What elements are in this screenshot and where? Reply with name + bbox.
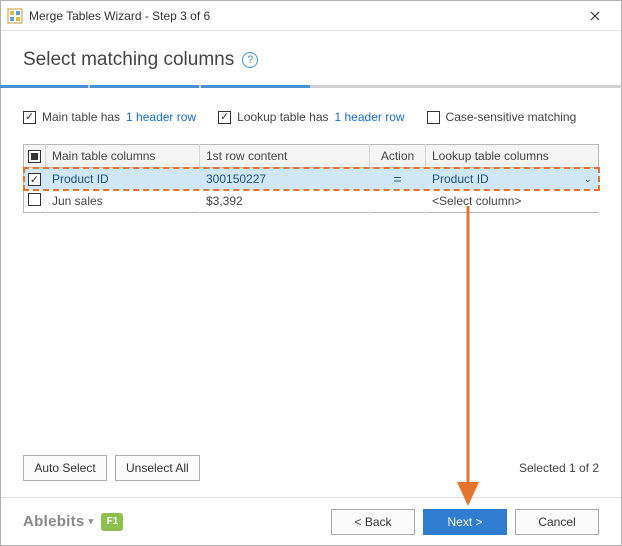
cell-content: 300150227 — [200, 168, 370, 191]
columns-table: Main table columns 1st row content Actio… — [23, 144, 599, 213]
lookup-value: Product ID — [432, 172, 489, 186]
progress-bar — [0, 85, 622, 88]
brand-menu[interactable]: Ablebits ▾ — [23, 513, 93, 530]
cell-main: Product ID — [46, 168, 200, 191]
chevron-down-icon: ⌄ — [584, 174, 592, 185]
checkbox-icon — [23, 111, 36, 124]
page-heading: Select matching columns — [23, 49, 234, 71]
header-lookup[interactable]: Lookup table columns — [426, 145, 599, 168]
back-button[interactable]: < Back — [331, 509, 415, 535]
checkbox-icon — [218, 111, 231, 124]
main-header-row-link[interactable]: 1 header row — [126, 110, 196, 124]
main-header-checkbox[interactable]: Main table has 1 header row — [23, 110, 196, 124]
row-checkbox[interactable] — [28, 193, 41, 206]
footer: Ablebits ▾ F1 < Back Next > Cancel — [1, 497, 621, 545]
table-row[interactable]: Product ID 300150227 = Product ID ⌄ — [24, 168, 599, 191]
title-bar: Merge Tables Wizard - Step 3 of 6 — [1, 1, 621, 31]
row-checkbox[interactable] — [28, 173, 41, 186]
brand-label: Ablebits — [23, 513, 85, 530]
auto-select-button[interactable]: Auto Select — [23, 455, 107, 481]
cancel-button[interactable]: Cancel — [515, 509, 599, 535]
case-sensitive-label: Case-sensitive matching — [446, 110, 577, 124]
content-area: Select matching columns ? — [1, 31, 621, 71]
unselect-all-button[interactable]: Unselect All — [115, 455, 200, 481]
header-select-all[interactable] — [24, 145, 46, 168]
main-header-label-pre: Main table has — [42, 110, 120, 124]
header-content[interactable]: 1st row content — [200, 145, 370, 168]
lookup-header-row-link[interactable]: 1 header row — [335, 110, 405, 124]
cell-action — [370, 190, 426, 212]
header-action[interactable]: Action — [370, 145, 426, 168]
action-equals-icon: = — [393, 171, 401, 187]
lookup-dropdown[interactable]: Product ID ⌄ — [426, 168, 599, 191]
header-main[interactable]: Main table columns — [46, 145, 200, 168]
lookup-value: <Select column> — [432, 194, 521, 208]
lower-button-row: Auto Select Unselect All Selected 1 of 2 — [23, 455, 599, 481]
checkbox-icon — [427, 111, 440, 124]
app-icon — [7, 8, 23, 24]
cell-main: Jun sales — [46, 190, 200, 212]
window-title: Merge Tables Wizard - Step 3 of 6 — [29, 9, 575, 23]
selection-status: Selected 1 of 2 — [519, 461, 599, 475]
lookup-header-label-pre: Lookup table has — [237, 110, 328, 124]
table-header-row: Main table columns 1st row content Actio… — [24, 145, 599, 168]
tristate-checkbox-icon — [28, 150, 41, 163]
options-row: Main table has 1 header row Lookup table… — [23, 110, 599, 124]
table-row[interactable]: Jun sales $3,392 <Select column> — [24, 190, 599, 212]
lookup-header-checkbox[interactable]: Lookup table has 1 header row — [218, 110, 404, 124]
close-button[interactable] — [575, 1, 615, 31]
help-icon[interactable]: ? — [242, 52, 258, 68]
lookup-dropdown[interactable]: <Select column> — [426, 190, 599, 212]
help-f1-button[interactable]: F1 — [101, 513, 123, 531]
cell-content: $3,392 — [200, 190, 370, 212]
case-sensitive-checkbox[interactable]: Case-sensitive matching — [427, 110, 577, 124]
chevron-down-icon: ▾ — [89, 516, 94, 527]
next-button[interactable]: Next > — [423, 509, 507, 535]
